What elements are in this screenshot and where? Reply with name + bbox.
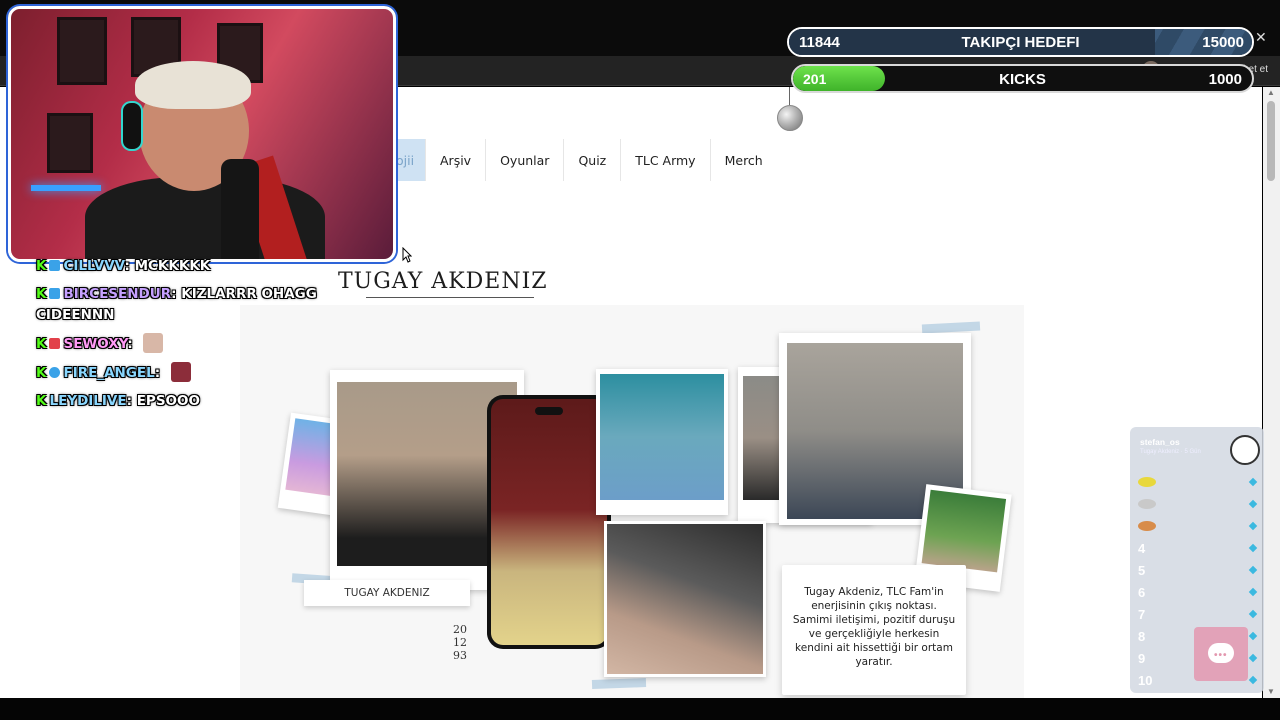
main-nav: ojii Arşiv Oyunlar Quiz TLC Army Merch bbox=[386, 139, 777, 181]
kick-logo-icon: K bbox=[36, 286, 47, 302]
leaderboard-row bbox=[1130, 471, 1264, 493]
gem-icon bbox=[1248, 587, 1258, 597]
gem-icon bbox=[1248, 543, 1258, 553]
kicks-target: 1000 bbox=[1208, 71, 1242, 88]
gem-icon bbox=[1248, 565, 1258, 575]
scroll-up-arrow-icon[interactable]: ▲ bbox=[1267, 89, 1275, 97]
leaderboard-row bbox=[1130, 515, 1264, 537]
chat-badge-icon bbox=[49, 367, 61, 378]
lips-icon bbox=[1138, 477, 1156, 487]
chat-badge-icon bbox=[49, 338, 61, 349]
scroll-down-arrow-icon[interactable]: ▼ bbox=[1267, 688, 1275, 696]
leaderboard-header: stefan_os Tugay Akdeniz · 5 Gün bbox=[1130, 427, 1264, 471]
gem-icon bbox=[1248, 653, 1258, 663]
kicks-label: KICKS bbox=[999, 71, 1046, 88]
leaderboard-avatar bbox=[1230, 435, 1260, 465]
gem-icon bbox=[1248, 675, 1258, 685]
gem-icon bbox=[1248, 499, 1258, 509]
wall-frame bbox=[57, 17, 107, 85]
chat-badge-icon bbox=[49, 288, 61, 299]
neon-light bbox=[31, 185, 101, 191]
phone-screen bbox=[491, 399, 607, 645]
nav-item-merch[interactable]: Merch bbox=[711, 139, 777, 181]
stage: ◎ ☆ ✣ ≡ ⋯ Sohbet et ojii Arşiv Oyunlar Q… bbox=[0, 0, 1280, 720]
cursor-icon bbox=[402, 247, 412, 263]
kick-logo-icon: K bbox=[36, 393, 47, 409]
kicks-goal-bar: 201 KICKS 1000 bbox=[791, 64, 1254, 93]
chat-fab-button[interactable]: ••• bbox=[1194, 627, 1248, 681]
nav-item-oyunlar[interactable]: Oyunlar bbox=[486, 139, 565, 181]
kick-logo-icon: K bbox=[36, 365, 47, 381]
webcam-overlay bbox=[8, 6, 396, 262]
disco-ball-icon bbox=[777, 105, 803, 131]
goal-label: TAKIPÇI HEDEFI bbox=[961, 34, 1080, 51]
vertical-scrollbar[interactable]: ▲ ▼ bbox=[1263, 87, 1280, 698]
chat-message: K FIRE_ANGEL: bbox=[36, 362, 346, 384]
page-title: TUGAY AKDENIZ bbox=[338, 269, 548, 294]
leaderboard-subtitle: Tugay Akdeniz · 5 Gün bbox=[1140, 449, 1201, 455]
follower-goal-bar: 11844 TAKIPÇI HEDEFI 15000 bbox=[787, 27, 1254, 57]
emote-icon bbox=[170, 362, 191, 382]
leaderboard-row: 5 bbox=[1130, 559, 1264, 581]
scroll-thumb[interactable] bbox=[1267, 101, 1275, 181]
tape-strip bbox=[591, 678, 647, 689]
title-underline bbox=[366, 297, 534, 298]
goal-target: 15000 bbox=[1202, 34, 1244, 51]
nav-item-arsiv[interactable]: Arşiv bbox=[426, 139, 487, 181]
wall-frame bbox=[47, 113, 93, 173]
microphone bbox=[221, 159, 259, 259]
gem-icon bbox=[1248, 477, 1258, 487]
close-icon[interactable]: ✕ bbox=[1255, 29, 1267, 46]
leaderboard-row: 6 bbox=[1130, 581, 1264, 603]
lips-icon bbox=[1138, 521, 1156, 531]
stream-chat: K CILLVVV: MCKKKKK K BIRCESENDUR: KIZLARRR… bbox=[36, 256, 346, 419]
leaderboard-row bbox=[1130, 493, 1264, 515]
gem-icon bbox=[1248, 521, 1258, 531]
streamer-hair bbox=[135, 61, 251, 109]
disco-string bbox=[789, 87, 790, 105]
kick-logo-icon: K bbox=[36, 336, 47, 352]
chat-badge-icon bbox=[49, 260, 61, 271]
leaderboard-row: 7 bbox=[1130, 603, 1264, 625]
headphone bbox=[121, 101, 143, 151]
nav-item-quiz[interactable]: Quiz bbox=[564, 139, 622, 181]
photo-blue-shirt bbox=[596, 369, 728, 515]
birth-year: 20 12 93 bbox=[453, 623, 467, 662]
gem-icon bbox=[1248, 609, 1258, 619]
photo-caption: TUGAY AKDENIZ bbox=[304, 580, 470, 606]
phone-mockup bbox=[487, 395, 611, 649]
phone-notch bbox=[535, 407, 563, 415]
kick-logo-icon: K bbox=[36, 258, 47, 274]
chat-message: K BIRCESENDUR: KIZLARRR OHAGG CIDEENNN bbox=[36, 286, 317, 323]
leaderboard-row: 4 bbox=[1130, 537, 1264, 559]
description-card: Tugay Akdeniz, TLC Fam'in enerjisinin çı… bbox=[782, 565, 966, 695]
emote-icon bbox=[143, 333, 164, 353]
nav-item-tlc-army[interactable]: TLC Army bbox=[621, 139, 711, 181]
lips-icon bbox=[1138, 499, 1156, 509]
gem-icon bbox=[1248, 631, 1258, 641]
chat-message: K LEYDILIVE: EPSOOO bbox=[36, 393, 200, 409]
leaderboard-title: stefan_os bbox=[1140, 437, 1180, 447]
chat-message: K SEWOXY: bbox=[36, 333, 346, 355]
bottom-bar bbox=[0, 698, 1280, 720]
photo-sunglasses bbox=[604, 521, 766, 677]
chat-message: K CILLVVV: MCKKKKK bbox=[36, 258, 211, 274]
